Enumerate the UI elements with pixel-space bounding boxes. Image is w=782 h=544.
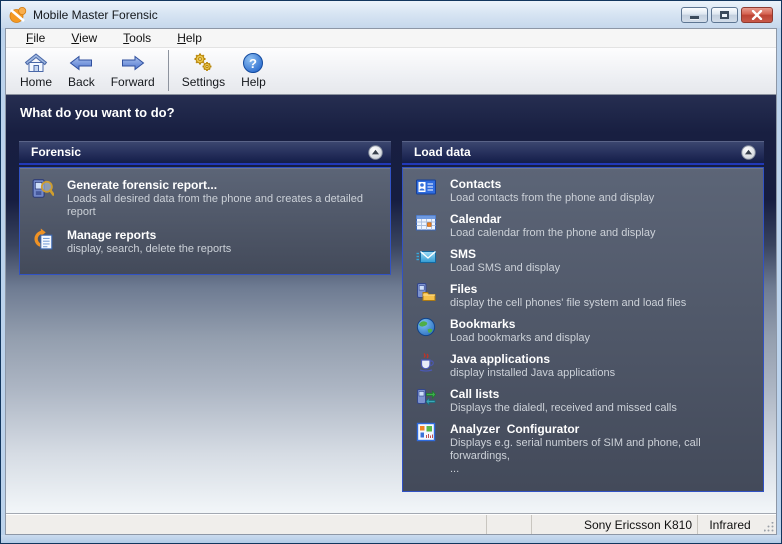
item-label: Bookmarks — [450, 317, 590, 332]
menubar: File View Tools Help — [6, 29, 776, 48]
item-label: Call lists — [450, 387, 677, 402]
minimize-button[interactable] — [681, 7, 708, 23]
calendar-icon — [415, 212, 437, 234]
item-label: Java applications — [450, 352, 615, 367]
toolbar-separator — [168, 50, 169, 91]
window-title: Mobile Master Forensic — [33, 8, 158, 22]
item-description: display the cell phones' file system and… — [450, 297, 686, 310]
item-label: Manage reports — [67, 228, 231, 243]
bookmarks-item[interactable]: Bookmarks Load bookmarks and display — [415, 317, 753, 345]
load-data-panel-box: Contacts Load contacts from the phone an… — [402, 167, 764, 492]
forward-label: Forward — [111, 75, 155, 89]
settings-label: Settings — [182, 75, 225, 89]
home-icon — [24, 51, 48, 75]
chevron-up-icon — [741, 145, 756, 160]
item-label: Calendar — [450, 212, 655, 227]
item-description: display installed Java applications — [450, 367, 615, 380]
app-window: Mobile Master Forensic File View Tools H… — [0, 0, 782, 544]
forensic-collapse-button[interactable] — [368, 145, 383, 160]
back-button[interactable]: Back — [60, 48, 103, 94]
toolbar: Home Back — [6, 48, 776, 95]
load-data-collapse-button[interactable] — [741, 145, 756, 160]
calendar-item[interactable]: Calendar Load calendar from the phone an… — [415, 212, 753, 240]
statusbar-device: Sony Ericsson K810 — [531, 515, 697, 534]
sms-item[interactable]: SMS Load SMS and display — [415, 247, 753, 275]
menu-view[interactable]: View — [71, 31, 97, 45]
forward-arrow-icon — [121, 51, 145, 75]
sms-icon — [415, 247, 437, 269]
item-description: Load calendar from the phone and display — [450, 227, 655, 240]
help-button[interactable]: ? Help — [233, 48, 274, 94]
help-icon: ? — [241, 51, 265, 75]
load-data-panel-title: Load data — [414, 145, 471, 159]
item-label: Contacts — [450, 177, 654, 192]
svg-text:?: ? — [249, 56, 257, 71]
item-label: Files — [450, 282, 686, 297]
analyzer-configurator-icon — [415, 422, 437, 444]
home-button[interactable]: Home — [12, 48, 60, 94]
item-description: Load contacts from the phone and display — [450, 192, 654, 205]
statusbar: Sony Ericsson K810 Infrared — [6, 515, 776, 534]
generate-forensic-report-item[interactable]: Generate forensic report... Loads all de… — [32, 178, 380, 219]
statusbar-connection: Infrared — [697, 515, 762, 534]
forward-button[interactable]: Forward — [103, 48, 163, 94]
menu-help[interactable]: Help — [177, 31, 202, 45]
app-logo-icon — [9, 6, 27, 24]
back-label: Back — [68, 75, 95, 89]
menu-tools[interactable]: Tools — [123, 31, 151, 45]
item-label: Generate forensic report... — [67, 178, 380, 193]
resize-grip[interactable] — [762, 515, 776, 534]
item-description: Load SMS and display — [450, 262, 560, 275]
back-arrow-icon — [69, 51, 93, 75]
main-content: What do you want to do? Forensic — [6, 95, 776, 513]
statusbar-main-panel — [6, 515, 486, 534]
java-applications-item[interactable]: Java applications display installed Java… — [415, 352, 753, 380]
item-description: Displays e.g. serial numbers of SIM and … — [450, 437, 753, 476]
forensic-panel-header: Forensic — [19, 141, 391, 165]
titlebar: Mobile Master Forensic — [1, 1, 781, 28]
statusbar-empty-panel — [486, 515, 531, 534]
contacts-icon — [415, 177, 437, 199]
files-icon — [415, 282, 437, 304]
settings-button[interactable]: Settings — [174, 48, 233, 94]
call-lists-icon — [415, 387, 437, 409]
item-description: Displays the dialedl, received and misse… — [450, 402, 677, 415]
java-icon — [415, 352, 437, 374]
minimize-icon — [690, 16, 699, 19]
chevron-up-icon — [368, 145, 383, 160]
forensic-panel: Forensic — [19, 141, 391, 275]
analyzer-configurator-item[interactable]: Analyzer Configurator Displays e.g. seri… — [415, 422, 753, 476]
page-title: What do you want to do? — [6, 95, 776, 120]
gears-icon — [191, 51, 215, 75]
call-lists-item[interactable]: Call lists Displays the dialedl, receive… — [415, 387, 753, 415]
close-icon — [751, 10, 763, 20]
close-button[interactable] — [741, 7, 773, 23]
load-data-panel: Load data — [402, 141, 764, 492]
contacts-item[interactable]: Contacts Load contacts from the phone an… — [415, 177, 753, 205]
item-label: Analyzer Configurator — [450, 422, 753, 437]
item-description: Load bookmarks and display — [450, 332, 590, 345]
forensic-panel-title: Forensic — [31, 145, 81, 159]
help-label: Help — [241, 75, 266, 89]
client-area: File View Tools Help Home — [5, 28, 777, 535]
bookmarks-icon — [415, 317, 437, 339]
forensic-panel-box: Generate forensic report... Loads all de… — [19, 167, 391, 275]
item-description: display, search, delete the reports — [67, 243, 231, 256]
window-frame-bottom — [1, 535, 781, 543]
manage-reports-item[interactable]: Manage reports display, search, delete t… — [32, 228, 380, 256]
home-label: Home — [20, 75, 52, 89]
forensic-report-icon — [32, 178, 54, 200]
item-description: Loads all desired data from the phone an… — [67, 193, 380, 219]
maximize-button[interactable] — [711, 7, 738, 23]
manage-reports-icon — [32, 228, 54, 250]
files-item[interactable]: Files display the cell phones' file syst… — [415, 282, 753, 310]
menu-file[interactable]: File — [26, 31, 45, 45]
maximize-icon — [720, 11, 729, 19]
item-label: SMS — [450, 247, 560, 262]
load-data-panel-header: Load data — [402, 141, 764, 165]
